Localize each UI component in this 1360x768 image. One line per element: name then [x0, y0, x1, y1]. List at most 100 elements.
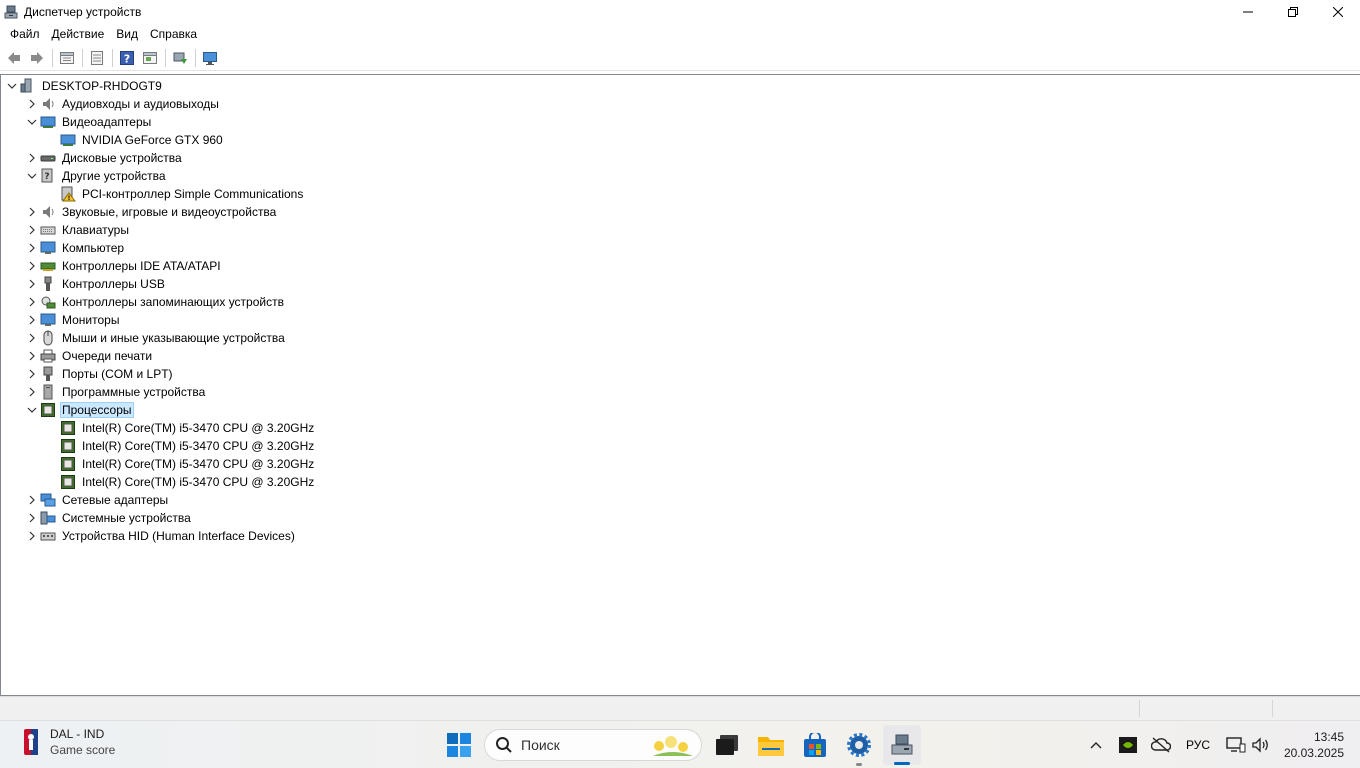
chevron-right-icon[interactable] [24, 329, 40, 347]
language-indicator[interactable]: РУС [1180, 721, 1216, 768]
active-indicator [894, 762, 910, 765]
start-button[interactable] [440, 725, 478, 765]
chevron-down-icon[interactable] [24, 167, 40, 185]
chevron-right-icon[interactable] [24, 257, 40, 275]
chevron-right-icon[interactable] [24, 275, 40, 293]
chevron-up-icon [1090, 742, 1102, 749]
tree-category-hid[interactable]: Устройства HID (Human Interface Devices) [24, 527, 297, 545]
tree-category-disk-drives[interactable]: Дисковые устройства [24, 149, 184, 167]
file-explorer-button[interactable] [752, 725, 790, 765]
device-manager-taskbar-button[interactable] [883, 725, 921, 765]
device-view-button[interactable] [139, 47, 161, 69]
computer-icon [20, 78, 36, 94]
chevron-right-icon[interactable] [24, 365, 40, 383]
tree-category-usb-controllers[interactable]: Контроллеры USB [24, 275, 167, 293]
help-button[interactable]: ? [116, 47, 138, 69]
chevron-right-icon[interactable] [24, 221, 40, 239]
processor-icon [60, 456, 76, 472]
tree-category-label: Контроллеры USB [62, 277, 165, 291]
show-hidden-icons-button[interactable] [1084, 721, 1108, 768]
chevron-right-icon[interactable] [24, 293, 40, 311]
toolbar-separator [195, 48, 196, 67]
properties-button[interactable] [56, 47, 78, 69]
tree-category-ide-controllers[interactable]: Контроллеры IDE ATA/ATAPI [24, 257, 223, 275]
minimize-button[interactable] [1225, 0, 1270, 24]
usb-plug-icon [40, 276, 56, 292]
unknown-device-icon: ? [40, 168, 56, 184]
tree-category-software-devices[interactable]: Программные устройства [24, 383, 207, 401]
task-view-button[interactable] [708, 725, 746, 765]
onedrive-tray-button[interactable] [1148, 721, 1174, 768]
tree-category-monitors[interactable]: Мониторы [24, 311, 121, 329]
tree-device-cpu[interactable]: Intel(R) Core(TM) i5-3470 CPU @ 3.20GHz [60, 455, 316, 473]
chevron-down-icon[interactable] [4, 77, 20, 95]
chevron-down-icon[interactable] [24, 113, 40, 131]
chevron-right-icon[interactable] [24, 203, 40, 221]
update-driver-button[interactable] [169, 47, 191, 69]
tree-root-label: DESKTOP-RHDOGT9 [42, 79, 162, 93]
taskbar-search[interactable]: Поиск [484, 729, 702, 761]
network-tray-button[interactable] [1224, 721, 1248, 768]
tree-device-cpu[interactable]: Intel(R) Core(TM) i5-3470 CPU @ 3.20GHz [60, 419, 316, 437]
chevron-right-icon[interactable] [24, 527, 40, 545]
menu-bar: Файл Действие Вид Справка [0, 24, 1360, 44]
tree-category-display-adapters[interactable]: Видеоадаптеры [24, 113, 153, 131]
tree-category-audio-io[interactable]: Аудиовходы и аудиовыходы [24, 95, 221, 113]
chevron-right-icon[interactable] [24, 95, 40, 113]
chevron-right-icon[interactable] [24, 509, 40, 527]
menu-help[interactable]: Справка [144, 24, 203, 44]
back-button[interactable] [3, 47, 25, 69]
chevron-right-icon[interactable] [24, 149, 40, 167]
disk-drive-icon [40, 150, 56, 166]
volume-tray-button[interactable] [1250, 721, 1272, 768]
tree-device-gpu[interactable]: NVIDIA GeForce GTX 960 [60, 131, 225, 149]
close-button[interactable] [1315, 0, 1360, 24]
widget-title: DAL - IND [50, 727, 105, 741]
tree-category-label: Мониторы [62, 313, 120, 327]
chevron-down-icon[interactable] [24, 401, 40, 419]
tree-category-mice[interactable]: Мыши и иные указывающие устройства [24, 329, 287, 347]
tree-category-label: Мыши и иные указывающие устройства [62, 331, 285, 345]
tree-root[interactable]: DESKTOP-RHDOGT9 [4, 77, 164, 95]
device-tree[interactable]: DESKTOP-RHDOGT9 Аудиовходы и аудиовыходы… [0, 74, 1360, 696]
chevron-right-icon[interactable] [24, 311, 40, 329]
tree-category-label: Другие устройства [62, 169, 166, 183]
properties-icon [60, 51, 74, 64]
tree-category-print-queues[interactable]: Очереди печати [24, 347, 154, 365]
windows-logo-icon [447, 733, 471, 757]
sports-widget[interactable]: DAL - IND Game score [16, 727, 115, 757]
menu-view[interactable]: Вид [110, 24, 144, 44]
tree-category-sound[interactable]: Звуковые, игровые и видеоустройства [24, 203, 278, 221]
tree-device-pci-controller[interactable]: PCI-контроллер Simple Communications [60, 185, 305, 203]
chevron-right-icon[interactable] [24, 491, 40, 509]
tree-device-label: PCI-контроллер Simple Communications [82, 187, 304, 201]
scan-hardware-button[interactable] [199, 47, 221, 69]
svg-text:?: ? [124, 52, 130, 65]
tree-category-network-adapters[interactable]: Сетевые адаптеры [24, 491, 170, 509]
chevron-right-icon[interactable] [24, 347, 40, 365]
nvidia-tray-button[interactable] [1116, 721, 1140, 768]
status-bar [0, 696, 1360, 720]
menu-file[interactable]: Файл [4, 24, 46, 44]
tree-device-cpu[interactable]: Intel(R) Core(TM) i5-3470 CPU @ 3.20GHz [60, 473, 316, 491]
chevron-right-icon[interactable] [24, 239, 40, 257]
tree-category-ports[interactable]: Порты (COM и LPT) [24, 365, 175, 383]
taskbar-clock[interactable]: 13:45 20.03.2025 [1280, 729, 1344, 761]
restore-button[interactable] [1270, 0, 1315, 24]
list-view-button[interactable] [86, 47, 108, 69]
settings-button[interactable] [840, 725, 878, 765]
tree-category-system-devices[interactable]: Системные устройства [24, 509, 193, 527]
tree-category-keyboards[interactable]: Клавиатуры [24, 221, 131, 239]
forward-button[interactable] [26, 47, 48, 69]
tree-category-label: Процессоры [60, 402, 134, 418]
menu-action[interactable]: Действие [46, 24, 111, 44]
tree-category-processors[interactable]: Процессоры [24, 401, 134, 419]
chevron-right-icon[interactable] [24, 383, 40, 401]
tree-category-label: Порты (COM и LPT) [62, 367, 173, 381]
tree-device-cpu[interactable]: Intel(R) Core(TM) i5-3470 CPU @ 3.20GHz [60, 437, 316, 455]
tree-category-storage-controllers[interactable]: Контроллеры запоминающих устройств [24, 293, 286, 311]
tree-category-computer[interactable]: Компьютер [24, 239, 126, 257]
store-button[interactable] [796, 725, 834, 765]
tree-category-other-devices[interactable]: ? Другие устройства [24, 167, 168, 185]
tree-category-label: Устройства HID (Human Interface Devices) [62, 529, 295, 543]
